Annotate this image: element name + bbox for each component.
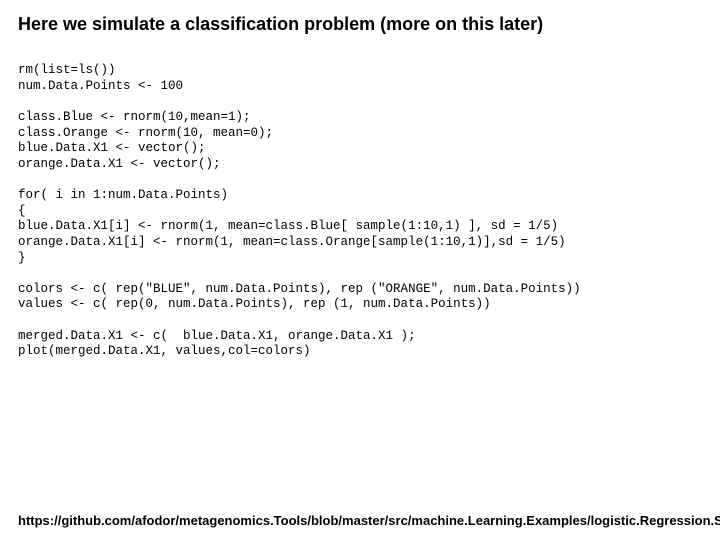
code-line: for( i in 1:num.Data.Points) xyxy=(18,188,228,202)
code-line: orange.Data.X1[i] <- rnorm(1, mean=class… xyxy=(18,235,566,249)
slide-title: Here we simulate a classification proble… xyxy=(18,14,702,35)
code-line: blue.Data.X1 <- vector(); xyxy=(18,141,206,155)
code-line: orange.Data.X1 <- vector(); xyxy=(18,157,221,171)
code-line: plot(merged.Data.X1, values,col=colors) xyxy=(18,344,311,358)
code-line: { xyxy=(18,204,26,218)
code-line: class.Blue <- rnorm(10,mean=1); xyxy=(18,110,251,124)
code-line: colors <- c( rep("BLUE", num.Data.Points… xyxy=(18,282,581,296)
footer-link: https://github.com/afodor/metagenomics.T… xyxy=(18,513,720,528)
code-line: merged.Data.X1 <- c( blue.Data.X1, orang… xyxy=(18,329,416,343)
code-line: class.Orange <- rnorm(10, mean=0); xyxy=(18,126,273,140)
code-line: rm(list=ls()) xyxy=(18,63,116,77)
code-block: rm(list=ls()) num.Data.Points <- 100 cla… xyxy=(18,63,702,360)
code-line: values <- c( rep(0, num.Data.Points), re… xyxy=(18,297,491,311)
code-line: blue.Data.X1[i] <- rnorm(1, mean=class.B… xyxy=(18,219,558,233)
slide-page: Here we simulate a classification proble… xyxy=(0,0,720,540)
code-line: num.Data.Points <- 100 xyxy=(18,79,183,93)
code-line: } xyxy=(18,251,26,265)
